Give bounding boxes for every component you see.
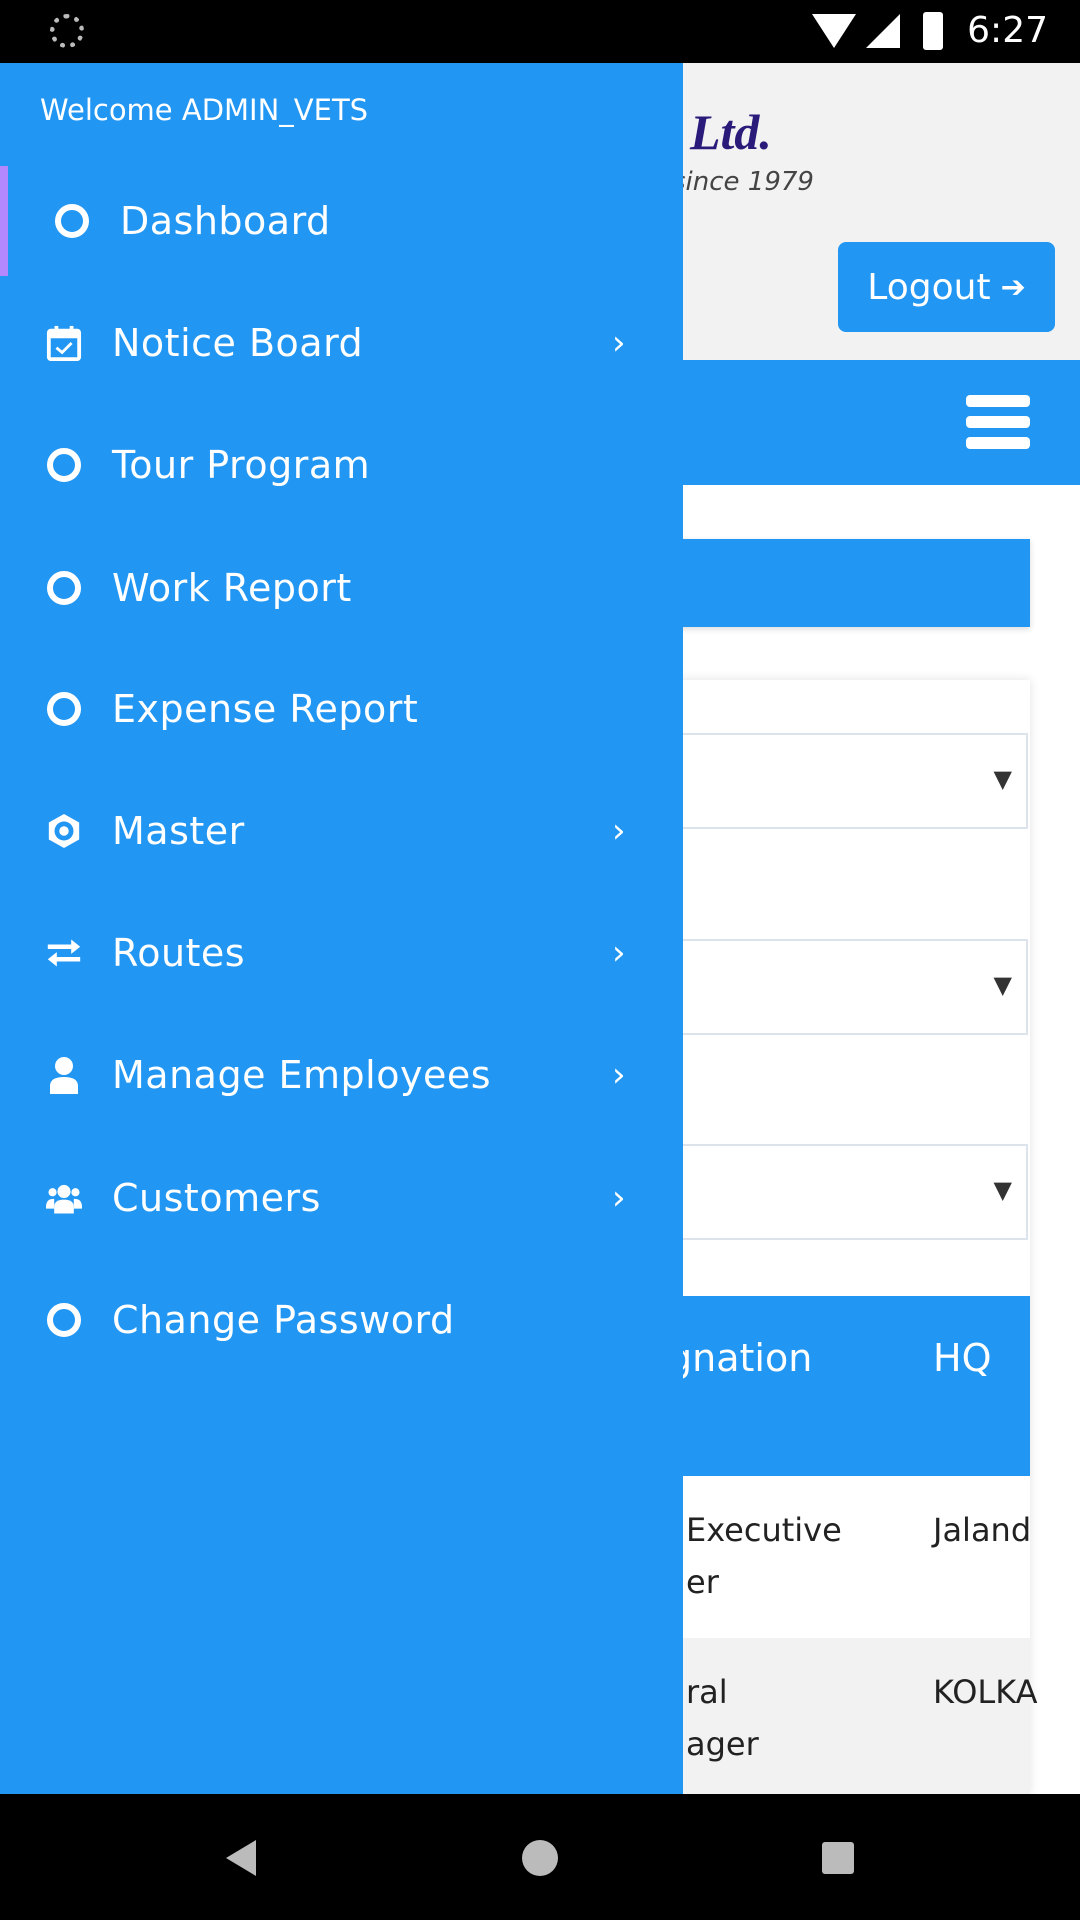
drawer-item-dashboard[interactable]: Dashboard	[0, 166, 683, 276]
loading-icon	[50, 14, 84, 48]
circle-icon	[46, 1302, 82, 1338]
wifi-icon	[812, 14, 856, 48]
drawer-item-label: Manage Employees	[112, 1053, 492, 1097]
drawer-item-work-report[interactable]: Work Report	[0, 533, 683, 643]
cell-designation: ral	[686, 1673, 728, 1711]
status-bar: 6:27	[0, 0, 1080, 63]
chevron-right-icon: ›	[612, 1178, 626, 1218]
chevron-right-icon: ›	[612, 811, 626, 851]
chevron-right-icon: ›	[612, 323, 626, 363]
user-icon	[46, 1057, 82, 1094]
cell-hq: KOLKA	[933, 1673, 1038, 1711]
dropdown-arrow-icon: ▼	[993, 765, 1012, 793]
system-nav-bar	[0, 1794, 1080, 1920]
navigation-drawer: Welcome ADMIN_VETS Dashboard Notice Board…	[0, 63, 683, 1794]
clock: 6:27	[967, 10, 1048, 51]
drawer-item-label: Notice Board	[112, 321, 364, 365]
home-icon[interactable]	[522, 1840, 558, 1876]
drawer-item-label: Customers	[112, 1176, 321, 1220]
logo: Ltd.	[690, 104, 772, 160]
drawer-item-label: Routes	[112, 931, 246, 975]
drawer-item-label: Dashboard	[120, 199, 331, 243]
battery-icon	[923, 12, 943, 50]
drawer-item-label: Tour Program	[112, 443, 371, 487]
circle-icon	[46, 691, 82, 727]
chevron-right-icon: ›	[612, 1055, 626, 1095]
sign-out-icon: ➔	[1000, 269, 1026, 305]
circle-icon	[54, 203, 90, 239]
drawer-item-customers[interactable]: Customers ›	[0, 1143, 683, 1253]
calendar-check-icon	[46, 325, 82, 361]
hexagon-emblem-icon	[46, 813, 82, 849]
logout-button[interactable]: Logout ➔	[838, 242, 1055, 332]
chevron-right-icon: ›	[612, 933, 626, 973]
signal-icon	[866, 14, 900, 48]
dropdown-arrow-icon: ▼	[993, 1176, 1012, 1204]
hamburger-menu-icon[interactable]	[966, 395, 1030, 449]
dropdown-arrow-icon: ▼	[993, 971, 1012, 999]
drawer-item-label: Master	[112, 809, 245, 853]
cell-hq: Jaland	[933, 1511, 1032, 1549]
cell-designation-line2: ager	[686, 1725, 759, 1763]
circle-icon	[46, 570, 82, 606]
back-icon[interactable]	[226, 1840, 256, 1876]
drawer-item-label: Change Password	[112, 1298, 455, 1342]
users-icon	[46, 1180, 82, 1216]
drawer-item-tour-program[interactable]: Tour Program	[0, 410, 683, 520]
drawer-item-manage-employees[interactable]: Manage Employees ›	[0, 1020, 683, 1130]
welcome-text: Welcome ADMIN_VETS	[40, 93, 369, 127]
column-designation: gnation	[668, 1336, 813, 1380]
drawer-item-change-password[interactable]: Change Password	[0, 1265, 683, 1375]
circle-icon	[46, 447, 82, 483]
drawer-item-expense-report[interactable]: Expense Report	[0, 654, 683, 764]
cell-designation-line2: er	[686, 1563, 719, 1601]
exchange-arrows-icon	[46, 935, 82, 971]
column-hq: HQ	[933, 1336, 992, 1380]
cell-designation: Executive	[686, 1511, 842, 1549]
logo-tagline: since 1979	[672, 167, 814, 197]
recents-icon[interactable]	[822, 1842, 854, 1874]
drawer-item-label: Expense Report	[112, 687, 419, 731]
drawer-item-notice-board[interactable]: Notice Board ›	[0, 288, 683, 398]
drawer-item-label: Work Report	[112, 566, 352, 610]
drawer-item-routes[interactable]: Routes ›	[0, 898, 683, 1008]
drawer-item-master[interactable]: Master ›	[0, 776, 683, 886]
